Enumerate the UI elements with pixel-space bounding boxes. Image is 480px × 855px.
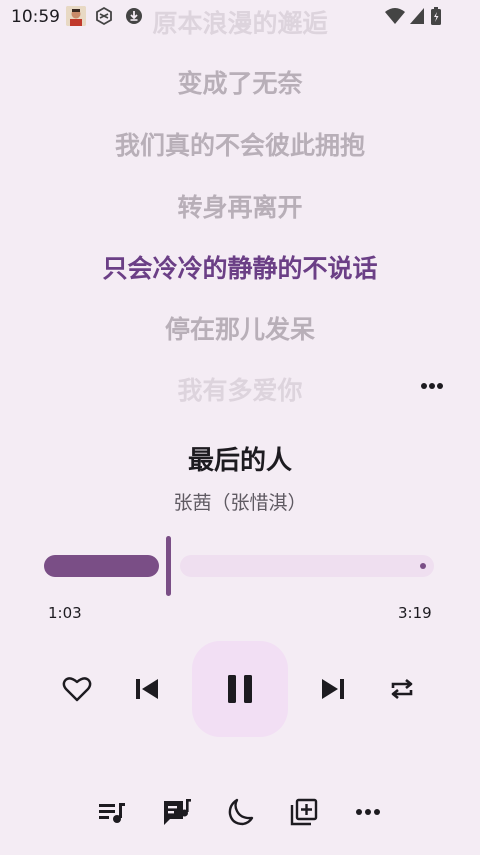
skip-previous-icon [136, 679, 158, 699]
seek-thumb[interactable] [166, 536, 171, 596]
skip-next-icon [322, 679, 344, 699]
like-button[interactable] [60, 672, 94, 706]
lyric-line[interactable]: 我们真的不会彼此拥抱 [0, 126, 480, 162]
more-options-icon[interactable] [416, 372, 448, 400]
pause-button[interactable] [192, 641, 288, 737]
pause-icon [228, 675, 252, 703]
add-to-playlist-button[interactable] [286, 795, 322, 829]
lyric-line[interactable]: 我有多爱你 [0, 371, 480, 407]
lyrics-button[interactable] [159, 795, 195, 829]
song-title: 最后的人 [187, 446, 292, 476]
lyric-line[interactable]: 停在那儿发呆 [0, 310, 480, 346]
lyrics-icon [164, 799, 191, 825]
sleep-timer-button[interactable] [222, 795, 258, 829]
heart-icon [62, 677, 92, 702]
lyric-line[interactable]: 转身再离开 [0, 188, 480, 224]
repeat-icon [391, 678, 413, 700]
total-time: 3:19 [398, 604, 432, 622]
seek-end-dot [420, 563, 426, 569]
more-button[interactable] [350, 795, 386, 829]
previous-button[interactable] [130, 672, 164, 706]
elapsed-time: 1:03 [48, 604, 82, 622]
repeat-button[interactable] [385, 672, 419, 706]
seek-track[interactable] [180, 555, 434, 577]
more-icon [356, 809, 380, 815]
sleep-timer-icon [228, 798, 254, 826]
queue-button[interactable] [94, 795, 130, 829]
seek-progress[interactable] [44, 555, 159, 577]
seek-bar[interactable] [44, 536, 436, 596]
add-to-playlist-icon [290, 798, 318, 826]
queue-music-icon [99, 803, 125, 823]
lyrics-view[interactable]: 原本浪漫的邂逅 变成了无奈 我们真的不会彼此拥抱 转身再离开 只会冷冷的静静的不… [0, 0, 480, 420]
next-button[interactable] [316, 672, 350, 706]
lyric-line[interactable]: 原本浪漫的邂逅 [0, 4, 480, 40]
song-artist[interactable]: 张茜（张惜淇） [0, 488, 480, 515]
current-lyric-line[interactable]: 只会冷冷的静静的不说话 [0, 249, 480, 285]
lyric-line[interactable]: 变成了无奈 [0, 64, 480, 100]
